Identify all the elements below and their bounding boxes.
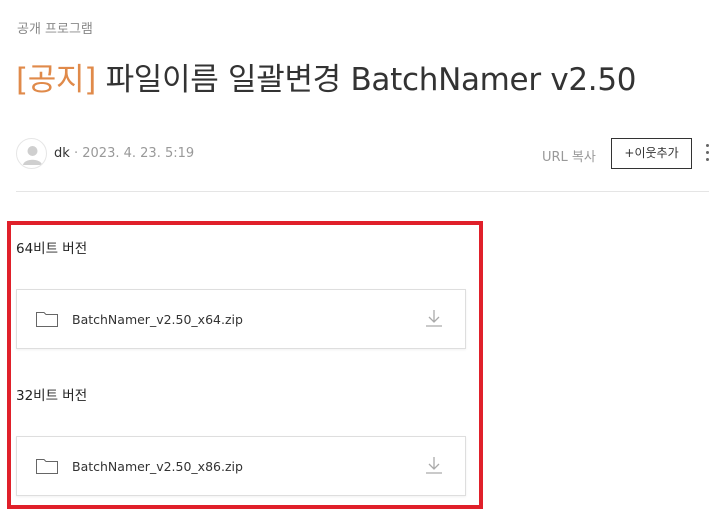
post-title: [공지] 파일이름 일괄변경 BatchNamer v2.50: [16, 58, 636, 102]
add-neighbor-button[interactable]: +이웃추가: [611, 138, 692, 169]
file-name[interactable]: BatchNamer_v2.50_x86.zip: [72, 459, 243, 474]
download-icon[interactable]: [424, 455, 444, 475]
download-icon[interactable]: [424, 308, 444, 328]
post-date: · 2023. 4. 23. 5:19: [74, 146, 195, 161]
folder-icon: [36, 311, 58, 327]
file-name[interactable]: BatchNamer_v2.50_x64.zip: [72, 312, 243, 327]
file-attachment-x64[interactable]: BatchNamer_v2.50_x64.zip: [16, 289, 466, 349]
title-text: 파일이름 일괄변경 BatchNamer v2.50: [96, 62, 637, 98]
user-avatar-icon[interactable]: [16, 138, 47, 169]
folder-icon: [36, 458, 58, 474]
more-options-icon[interactable]: [702, 144, 712, 164]
post-meta: dk · 2023. 4. 23. 5:19 URL 복사 +이웃추가: [16, 138, 719, 170]
divider: [16, 191, 709, 192]
category-link[interactable]: 공개 프로그램: [17, 18, 93, 37]
author-name[interactable]: dk: [54, 146, 70, 161]
section-label-64bit: 64비트 버전: [16, 241, 88, 257]
file-attachment-x86[interactable]: BatchNamer_v2.50_x86.zip: [16, 436, 466, 496]
section-label-32bit: 32비트 버전: [16, 388, 88, 404]
title-prefix: [공지]: [16, 62, 97, 98]
url-copy-button[interactable]: URL 복사: [542, 146, 596, 165]
